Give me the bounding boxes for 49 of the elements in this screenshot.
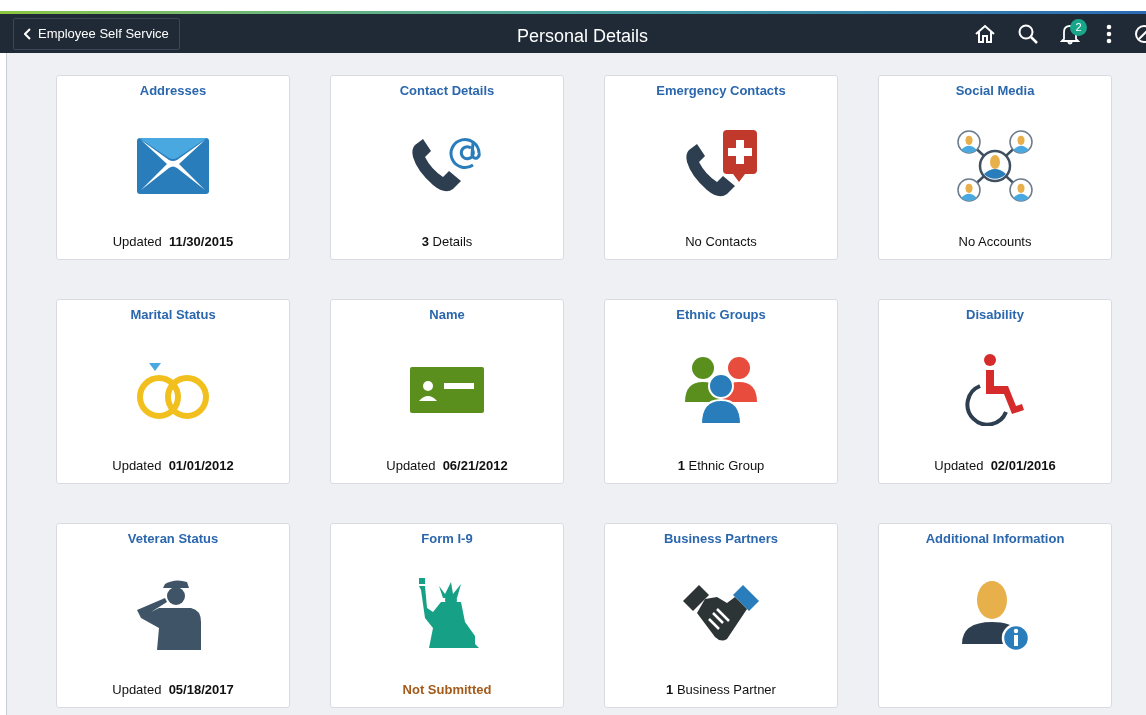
people-icon [683,356,759,424]
tile-status: Updated 01/01/2012 [112,456,234,475]
tile[interactable]: Contact Details 3 Details [330,75,564,260]
tile[interactable]: Name Updated 06/21/2012 [330,299,564,484]
tile-status: Updated 06/21/2012 [386,456,508,475]
tile-title: Form I-9 [421,530,473,548]
person-info-icon [960,579,1030,652]
back-button[interactable]: Employee Self Service [13,17,180,50]
tile-status: 3 Details [421,232,473,251]
bell-icon[interactable] [1060,22,1080,45]
tile-status: Updated 11/30/2015 [112,232,234,251]
search-icon[interactable] [1018,23,1038,44]
network-icon [957,130,1033,202]
tile[interactable]: Ethnic Groups 1 Ethnic Group [604,299,838,484]
wheelchair-icon [964,354,1026,426]
tile-title: Social Media [955,82,1035,100]
tile[interactable]: Business Partners 1 Business Partner [604,523,838,708]
tile-title: Additional Information [925,530,1065,548]
tile-status: No Accounts [958,232,1032,251]
home-icon[interactable] [974,23,996,44]
tile[interactable]: Veteran Status Updated 05/18/2017 [56,523,290,708]
envelope-icon [137,138,209,194]
tile-title: Marital Status [130,306,216,324]
tile-title: Ethnic Groups [676,306,766,324]
more-options-icon[interactable] [1106,23,1112,44]
chevron-left-icon [24,27,32,40]
page-title: Personal Details [517,25,649,48]
tile-status: Updated 02/01/2016 [934,456,1056,475]
tile[interactable]: Disability Updated 02/01/2016 [878,299,1112,484]
tile-status: Updated 05/18/2017 [112,680,234,699]
tile[interactable]: Marital Status Updated 01/01/2012 [56,299,290,484]
tile[interactable]: Social Media No Accounts [878,75,1112,260]
tile-title: Name [429,306,465,324]
tile[interactable]: Addresses Updated 11/30/2015 [56,75,290,260]
tile-title: Veteran Status [127,530,219,548]
tile-title: Disability [966,306,1024,324]
notification-badge: 2 [1070,18,1087,36]
tile-title: Contact Details [399,82,495,100]
tile-title: Addresses [139,82,207,100]
tile[interactable]: Emergency Contacts No Contacts [604,75,838,260]
tile-status: No Contacts [685,232,757,251]
tile-title: Emergency Contacts [656,82,786,100]
tile[interactable]: Additional Information [878,523,1112,708]
tile-status: 1 Business Partner [666,680,776,699]
tile[interactable]: Form I-9 Not Submitted [330,523,564,708]
tile-status: Not Submitted [402,680,492,699]
tile-title: Business Partners [663,530,779,548]
tile-status: 1 Ethnic Group [677,456,765,475]
id-card-icon [410,367,484,413]
